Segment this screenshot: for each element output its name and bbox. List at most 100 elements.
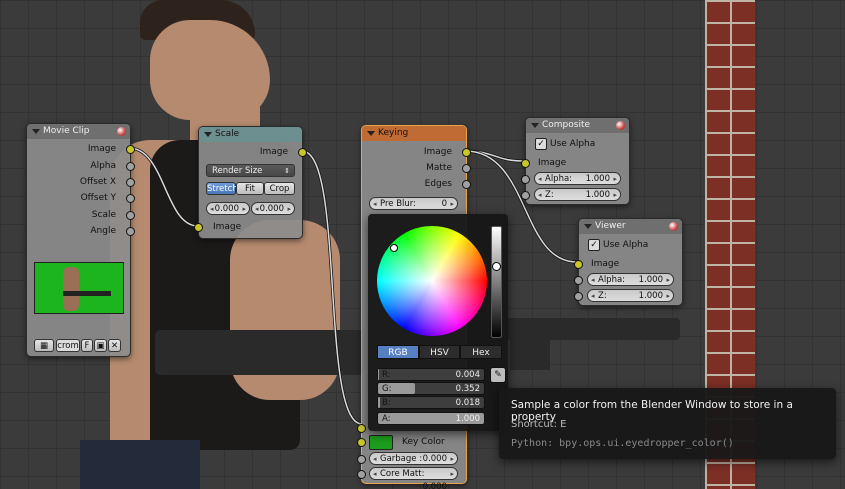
scale-input-image-socket[interactable] xyxy=(194,223,203,232)
output-alpha-label: Alpha xyxy=(90,161,116,171)
clip-browse-icon: ▦ xyxy=(39,341,49,351)
composite-use-alpha-checkbox[interactable]: ✓ xyxy=(535,138,547,150)
key-color-socket[interactable] xyxy=(357,438,366,447)
channel-a-label: A: xyxy=(382,414,391,424)
keying-output-matte-socket[interactable] xyxy=(462,164,471,173)
scale-mode-value: Render Size xyxy=(212,166,263,176)
channel-b-value: 0.018 xyxy=(455,398,480,408)
mode-tab-hex[interactable]: Hex xyxy=(460,345,502,359)
viewer-alpha-socket[interactable] xyxy=(574,276,583,285)
collapse-triangle-icon[interactable] xyxy=(204,132,212,137)
viewer-alpha-value: 1.000 xyxy=(638,275,663,285)
frame-crop-button[interactable]: Crop xyxy=(264,182,295,195)
scale-mode-dropdown[interactable]: Render Size ⇕ xyxy=(206,164,295,177)
channel-slider-a[interactable]: A: 1.000 xyxy=(377,412,485,425)
node-editor-canvas[interactable]: Movie Clip Image Alpha Offset X Offset Y… xyxy=(0,0,845,489)
keying-output-image-label: Image xyxy=(423,147,452,157)
output-alpha-socket[interactable] xyxy=(126,162,135,171)
core-matte-socket[interactable] xyxy=(357,470,366,479)
keying-output-edges-label: Edges xyxy=(424,179,452,189)
offset-x-field[interactable]: 0.000 xyxy=(206,202,250,216)
close-icon: ✕ xyxy=(110,341,119,351)
tooltip-shortcut: Shortcut: E xyxy=(511,419,567,430)
clip-browse-button[interactable]: ▦ xyxy=(34,339,54,352)
pre-blur-field[interactable]: Pre Blur: 0 xyxy=(369,197,458,211)
output-angle-socket[interactable] xyxy=(126,227,135,236)
viewer-header[interactable]: Viewer xyxy=(579,219,682,234)
scale-input-image-label: Image xyxy=(213,222,242,232)
frame-fit-button[interactable]: Fit xyxy=(236,182,264,195)
keying-output-image-socket[interactable] xyxy=(462,148,471,157)
keying-output-edges-socket[interactable] xyxy=(462,180,471,189)
output-image-socket[interactable] xyxy=(126,145,135,154)
output-image-label: Image xyxy=(87,144,116,154)
output-offset-y-label: Offset Y xyxy=(80,193,116,203)
output-offset-x-socket[interactable] xyxy=(126,178,135,187)
color-wheel-cursor[interactable] xyxy=(390,244,398,252)
garbage-matte-socket[interactable] xyxy=(357,455,366,464)
composite-z-label: Z: xyxy=(545,190,554,200)
keying-input-image-socket[interactable] xyxy=(357,424,366,433)
preview-toggle-icon[interactable] xyxy=(117,127,126,136)
channel-slider-r[interactable]: R: 0.004 xyxy=(377,368,485,381)
channel-r-label: R: xyxy=(382,370,391,380)
channel-slider-g[interactable]: G: 0.352 xyxy=(377,382,485,395)
eyedropper-icon: ✎ xyxy=(494,370,502,380)
output-offset-y-socket[interactable] xyxy=(126,194,135,203)
value-slider-handle[interactable] xyxy=(492,262,501,271)
value-slider[interactable] xyxy=(491,226,502,338)
keying-header[interactable]: Keying xyxy=(362,126,466,141)
output-scale-label: Scale xyxy=(91,210,116,220)
viewer-z-socket[interactable] xyxy=(574,292,583,301)
eyedropper-button[interactable]: ✎ xyxy=(490,367,506,383)
image-button[interactable]: ▣ xyxy=(94,339,107,352)
color-picker-popup[interactable]: RGB HSV Hex R: 0.004 G: 0.352 B: 0.018 A… xyxy=(368,214,508,431)
key-color-label: Key Color xyxy=(402,437,445,447)
mode-tab-rgb[interactable]: RGB xyxy=(377,345,419,359)
core-matte-field[interactable]: Core Matt: 0.000 xyxy=(369,467,458,489)
viewer-node[interactable]: Viewer ✓ Use Alpha Image Alpha: 1.000 Z:… xyxy=(574,218,683,306)
composite-node[interactable]: Composite ✓ Use Alpha Image Alpha: 1.000… xyxy=(521,117,630,205)
viewer-z-field[interactable]: Z: 1.000 xyxy=(587,289,674,303)
viewer-input-image-label: Image xyxy=(591,259,620,269)
garbage-label: Garbage : xyxy=(380,454,423,464)
scale-output-image-socket[interactable] xyxy=(298,148,307,157)
offset-y-field[interactable]: 0.000 xyxy=(251,202,295,216)
clip-name-field[interactable]: crom xyxy=(56,339,80,352)
channel-slider-b[interactable]: B: 0.018 xyxy=(377,396,485,409)
mode-tab-hsv[interactable]: HSV xyxy=(419,345,460,359)
color-wheel[interactable] xyxy=(377,226,487,336)
collapse-triangle-icon[interactable] xyxy=(367,131,375,136)
composite-input-image-socket[interactable] xyxy=(521,159,530,168)
movie-clip-header[interactable]: Movie Clip xyxy=(27,124,130,139)
composite-z-socket[interactable] xyxy=(521,191,530,200)
scale-node[interactable]: Scale Image Render Size ⇕ Stretch Fit Cr… xyxy=(194,126,307,239)
preview-toggle-icon[interactable] xyxy=(669,222,678,231)
movie-clip-node[interactable]: Movie Clip Image Alpha Offset X Offset Y… xyxy=(26,123,135,357)
viewer-use-alpha-checkbox[interactable]: ✓ xyxy=(588,239,600,251)
garbage-matte-field[interactable]: Garbage : 0.000 xyxy=(369,452,458,466)
composite-use-alpha-label: Use Alpha xyxy=(550,139,596,149)
viewer-z-value: 1.000 xyxy=(638,291,663,301)
viewer-use-alpha-label: Use Alpha xyxy=(603,240,649,250)
viewer-alpha-field[interactable]: Alpha: 1.000 xyxy=(587,273,674,287)
collapse-triangle-icon[interactable] xyxy=(584,224,592,229)
composite-header[interactable]: Composite xyxy=(526,118,629,133)
composite-alpha-socket[interactable] xyxy=(521,175,530,184)
channel-fill xyxy=(378,397,380,408)
scale-output-image-label: Image xyxy=(259,147,288,157)
preview-toggle-icon[interactable] xyxy=(616,121,625,130)
viewer-input-image-socket[interactable] xyxy=(574,260,583,269)
frame-stretch-button[interactable]: Stretch xyxy=(206,182,238,195)
key-color-swatch[interactable] xyxy=(369,435,393,450)
fake-user-button[interactable]: F xyxy=(81,339,93,352)
collapse-triangle-icon[interactable] xyxy=(531,123,539,128)
collapse-triangle-icon[interactable] xyxy=(32,129,40,134)
scale-header[interactable]: Scale xyxy=(199,127,302,142)
composite-input-image-label: Image xyxy=(538,158,567,168)
unlink-button[interactable]: ✕ xyxy=(108,339,121,352)
scale-title: Scale xyxy=(215,129,240,139)
output-scale-socket[interactable] xyxy=(126,211,135,220)
composite-z-field[interactable]: Z: 1.000 xyxy=(534,188,621,202)
composite-alpha-field[interactable]: Alpha: 1.000 xyxy=(534,172,621,186)
